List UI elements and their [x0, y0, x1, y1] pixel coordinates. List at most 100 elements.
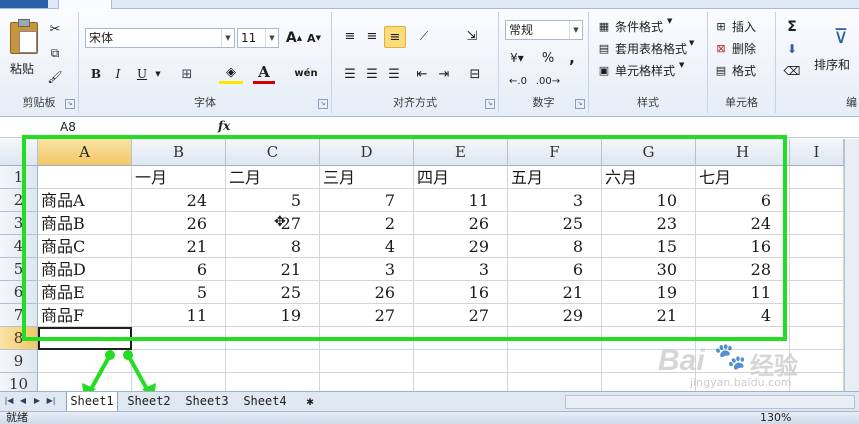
grid-cell[interactable] — [226, 327, 320, 350]
month-header-cell[interactable]: 一月 — [132, 166, 226, 189]
column-header-g[interactable]: G — [602, 139, 696, 166]
value-cell[interactable]: 11 — [414, 189, 508, 212]
value-cell[interactable]: 6 — [132, 258, 226, 281]
row-header-2[interactable]: 2 — [0, 189, 38, 212]
phonetic-guide-icon[interactable]: wén — [293, 62, 319, 84]
grow-font-icon[interactable]: A ▲ — [285, 28, 303, 48]
decrease-indent-icon[interactable]: ⇤ — [412, 64, 432, 84]
column-header-e[interactable]: E — [414, 139, 508, 166]
value-cell[interactable]: 27 — [414, 304, 508, 327]
value-cell[interactable]: 21 — [508, 281, 602, 304]
value-cell[interactable]: 8 — [226, 235, 320, 258]
value-cell[interactable]: 27 — [226, 212, 320, 235]
align-left-icon[interactable]: ☰ — [340, 64, 360, 84]
grid-cell[interactable] — [38, 166, 132, 189]
format-button[interactable]: 格式 — [732, 62, 756, 79]
value-cell[interactable]: 16 — [696, 235, 790, 258]
grid-cell[interactable] — [790, 166, 844, 189]
grid-cell[interactable] — [508, 350, 602, 373]
alignment-launcher-icon[interactable]: ↘ — [485, 99, 495, 109]
product-name-cell[interactable]: 商品D — [38, 258, 132, 281]
cell-styles-button[interactable]: 单元格样式 — [615, 62, 675, 79]
currency-icon[interactable]: ¥▾ — [505, 48, 529, 68]
comma-button[interactable]: , — [563, 48, 581, 68]
month-header-cell[interactable]: 五月 — [508, 166, 602, 189]
grid-cell[interactable] — [508, 327, 602, 350]
chevron-down-icon[interactable]: ▼ — [153, 64, 163, 84]
value-cell[interactable]: 24 — [696, 212, 790, 235]
increase-decimal-icon[interactable]: ←.0 — [505, 72, 531, 90]
underline-button[interactable]: U — [133, 64, 151, 84]
value-cell[interactable]: 30 — [602, 258, 696, 281]
increase-indent-icon[interactable]: ⇥ — [434, 64, 454, 84]
grid-cell[interactable] — [414, 327, 508, 350]
row-header-9[interactable]: 9 — [0, 350, 38, 373]
value-cell[interactable]: 6 — [696, 189, 790, 212]
decrease-decimal-icon[interactable]: .00→ — [535, 72, 561, 90]
number-launcher-icon[interactable]: ↘ — [575, 99, 585, 109]
tab-home[interactable] — [58, 0, 112, 9]
grid-cell[interactable] — [132, 350, 226, 373]
value-cell[interactable]: 15 — [602, 235, 696, 258]
row-header-8[interactable]: 8 — [0, 327, 38, 350]
column-header-i[interactable]: I — [790, 139, 844, 166]
grid-cell[interactable] — [602, 350, 696, 373]
value-cell[interactable]: 27 — [320, 304, 414, 327]
value-cell[interactable]: 8 — [508, 235, 602, 258]
value-cell[interactable]: 3 — [320, 258, 414, 281]
percent-button[interactable]: % — [539, 48, 557, 68]
grid-cell[interactable] — [790, 189, 844, 212]
value-cell[interactable]: 23 — [602, 212, 696, 235]
next-sheet-icon[interactable]: ▶ — [32, 395, 42, 407]
copy-icon[interactable]: ⧉ — [44, 44, 66, 62]
value-cell[interactable]: 19 — [226, 304, 320, 327]
align-middle-icon[interactable]: ≡ — [362, 26, 382, 46]
align-bottom-icon[interactable]: ≡ — [384, 26, 406, 48]
align-center-icon[interactable]: ☰ — [362, 64, 382, 84]
grid-cell[interactable] — [602, 327, 696, 350]
grid-cell[interactable] — [414, 350, 508, 373]
value-cell[interactable]: 26 — [414, 212, 508, 235]
fill-icon[interactable]: ⬇ — [784, 40, 800, 58]
cut-icon[interactable]: ✂ — [44, 20, 66, 38]
value-cell[interactable]: 5 — [226, 189, 320, 212]
grid-cell[interactable] — [696, 327, 790, 350]
clipboard-launcher-icon[interactable]: ↘ — [65, 99, 75, 109]
value-cell[interactable]: 29 — [508, 304, 602, 327]
row-header-1[interactable]: 1 — [0, 166, 38, 189]
select-all-corner[interactable] — [0, 139, 38, 166]
grid-cell[interactable] — [320, 327, 414, 350]
bold-button[interactable]: B — [87, 64, 105, 84]
number-format-combo[interactable]: 常规 ▼ — [505, 20, 583, 40]
borders-icon[interactable]: ⊞ — [175, 64, 199, 84]
first-sheet-icon[interactable]: |◀ — [4, 395, 14, 407]
value-cell[interactable]: 26 — [320, 281, 414, 304]
fx-icon[interactable]: fx — [218, 119, 230, 133]
value-cell[interactable]: 21 — [226, 258, 320, 281]
clear-icon[interactable]: ⌫ — [784, 62, 801, 80]
row-header-4[interactable]: 4 — [0, 235, 38, 258]
month-header-cell[interactable]: 二月 — [226, 166, 320, 189]
prev-sheet-icon[interactable]: ◀ — [18, 395, 28, 407]
format-as-table-button[interactable]: 套用表格格式 — [615, 40, 687, 57]
sort-filter-button[interactable]: 排序和 — [814, 56, 850, 73]
wrap-text-icon[interactable]: ⇲ — [460, 26, 484, 46]
column-header-h[interactable]: H — [696, 139, 790, 166]
grid-cell[interactable] — [132, 327, 226, 350]
value-cell[interactable]: 2 — [320, 212, 414, 235]
active-cell[interactable] — [38, 327, 132, 350]
product-name-cell[interactable]: 商品C — [38, 235, 132, 258]
value-cell[interactable]: 25 — [508, 212, 602, 235]
row-header-5[interactable]: 5 — [0, 258, 38, 281]
merge-center-icon[interactable]: ⊟ — [462, 64, 488, 84]
grid-cell[interactable] — [38, 350, 132, 373]
product-name-cell[interactable]: 商品E — [38, 281, 132, 304]
value-cell[interactable]: 4 — [320, 235, 414, 258]
font-size-combo[interactable]: 11 ▼ — [237, 28, 279, 48]
value-cell[interactable]: 29 — [414, 235, 508, 258]
grid-cell[interactable] — [790, 350, 844, 373]
column-header-c[interactable]: C — [226, 139, 320, 166]
sheet-tab-sheet3[interactable]: Sheet3 — [182, 392, 232, 411]
month-header-cell[interactable]: 四月 — [414, 166, 508, 189]
month-header-cell[interactable]: 七月 — [696, 166, 790, 189]
